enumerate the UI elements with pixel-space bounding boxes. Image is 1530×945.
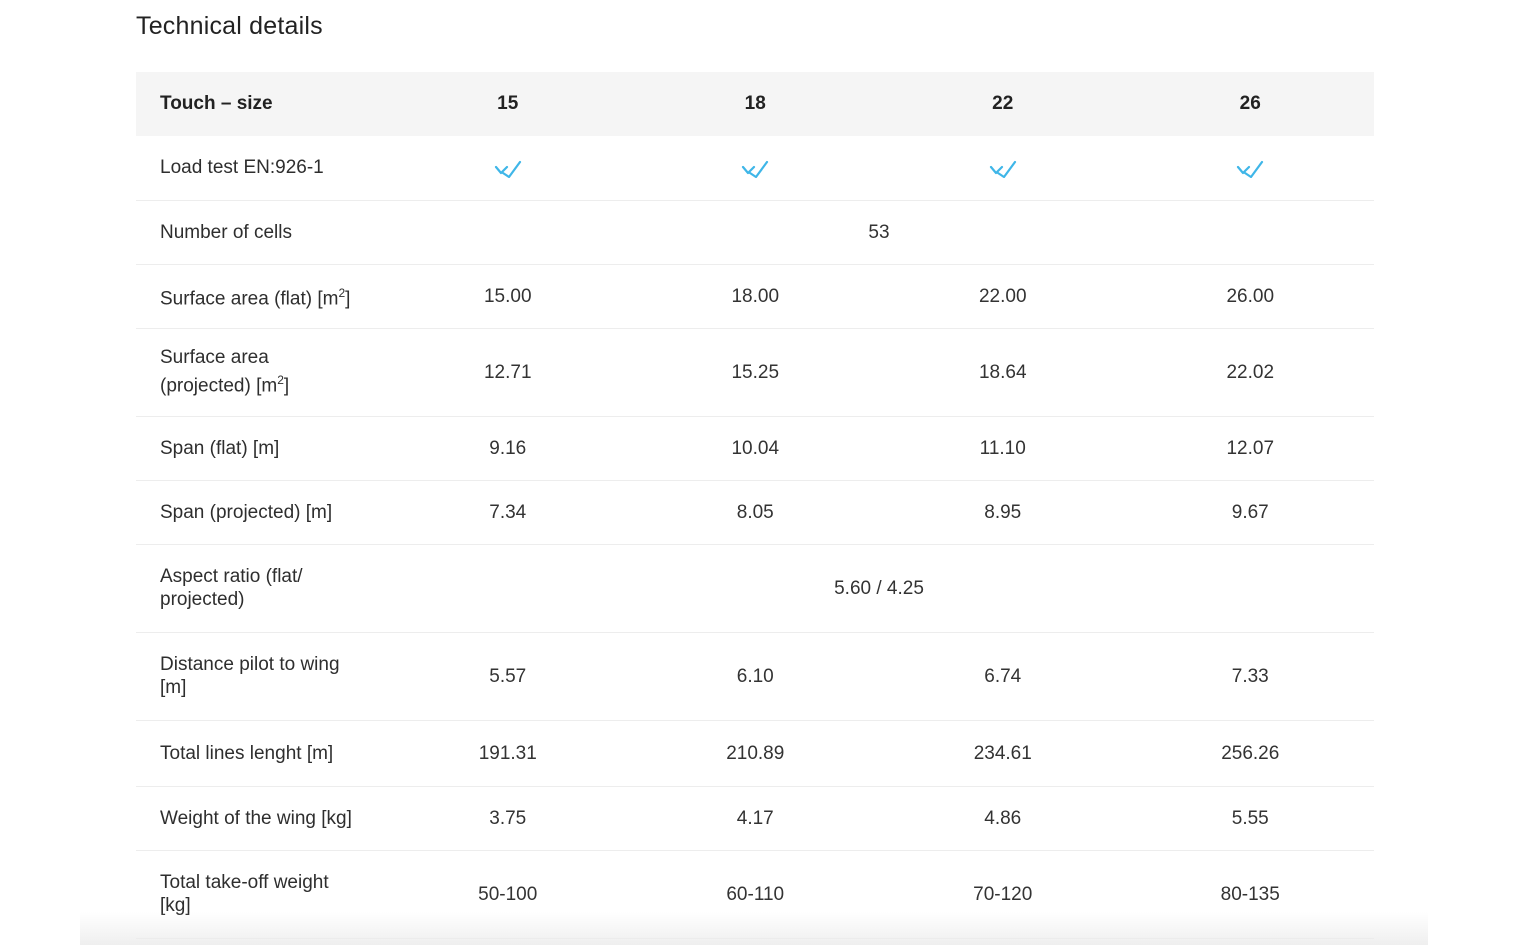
header-size: 15 xyxy=(497,93,519,114)
table-row-total-lines-length: Total lines lenght [m] 191.31 210.89 234… xyxy=(136,720,1374,786)
table-row-aspect-ratio: Aspect ratio (flat/ projected) 5.60 / 4.… xyxy=(136,544,1374,632)
table-row-total-takeoff-weight: Total take-off weight [kg] 50-100 60-110… xyxy=(136,850,1374,938)
row-label-text-end: ] xyxy=(283,375,290,397)
technical-details-table: Touch – size 15 18 22 26 Load test EN:92… xyxy=(136,72,1374,939)
table-cell: 26.00 xyxy=(1226,285,1275,307)
row-label: Surface area (projected) [m2] xyxy=(136,328,384,416)
table-cell: 22.02 xyxy=(1226,361,1275,383)
row-label: Surface area (flat) [m2] xyxy=(136,264,384,328)
header-label: Touch – size xyxy=(160,93,273,114)
header-size: 26 xyxy=(1239,93,1261,114)
table-cell-merged: 5.60 / 4.25 xyxy=(834,577,924,599)
table-cell: 22.00 xyxy=(978,285,1027,307)
table-row-distance-pilot-to-wing: Distance pilot to wing [m] 5.57 6.10 6.7… xyxy=(136,632,1374,720)
table-cell: 12.07 xyxy=(1226,437,1275,459)
table-cell: 60-110 xyxy=(726,883,785,905)
table-row-weight-of-wing: Weight of the wing [kg] 3.75 4.17 4.86 5… xyxy=(136,786,1374,850)
check-icon xyxy=(494,161,521,179)
table-cell: 10.04 xyxy=(731,437,780,459)
row-label-text: Surface area (flat) [m xyxy=(160,288,339,310)
table-cell: 70-120 xyxy=(973,883,1033,905)
table-cell: 6.10 xyxy=(736,665,774,687)
table-cell: 50-100 xyxy=(478,883,538,905)
table-cell: 5.55 xyxy=(1231,807,1269,829)
superscript: 2 xyxy=(277,373,284,388)
row-label: Weight of the wing [kg] xyxy=(160,807,352,829)
table-cell xyxy=(1127,136,1375,200)
row-label-text-end: ] xyxy=(345,288,351,310)
header-size: 18 xyxy=(744,93,766,114)
table-header-row: Touch – size 15 18 22 26 xyxy=(136,72,1374,136)
table-cell: 4.86 xyxy=(984,807,1022,829)
table-cell: 7.34 xyxy=(489,501,527,523)
table-cell: 234.61 xyxy=(973,742,1032,764)
row-label: Total take-off weight [kg] xyxy=(160,872,329,916)
table-cell: 15.00 xyxy=(483,285,532,307)
table-row-number-of-cells: Number of cells 53 xyxy=(136,200,1374,264)
table-cell: 11.10 xyxy=(979,437,1026,459)
check-icon xyxy=(742,161,769,179)
table-cell: 4.17 xyxy=(736,807,774,829)
row-label: Number of cells xyxy=(160,221,292,243)
row-label-line1: Surface area xyxy=(160,347,269,369)
table-cell: 18.00 xyxy=(731,285,780,307)
table-cell: 8.05 xyxy=(736,501,774,523)
table-cell xyxy=(879,136,1127,200)
row-label: Distance pilot to wing [m] xyxy=(160,654,340,698)
table-cell: 9.67 xyxy=(1231,501,1269,523)
table-cell: 5.57 xyxy=(489,665,527,687)
table-row-load-test: Load test EN:926-1 xyxy=(136,136,1374,200)
page: Technical details Touch – size 15 18 22 … xyxy=(0,0,1530,945)
table-row-surface-area-projected: Surface area (projected) [m2] 12.71 15.25… xyxy=(136,328,1374,416)
table-cell: 191.31 xyxy=(478,742,537,764)
table-cell: 9.16 xyxy=(489,437,527,459)
table-cell: 15.25 xyxy=(731,361,780,383)
header-size: 22 xyxy=(992,93,1014,114)
row-label: Span (flat) [m] xyxy=(160,437,280,459)
check-icon xyxy=(989,161,1016,179)
table-cell: 18.64 xyxy=(978,361,1027,383)
table-cell xyxy=(384,136,632,200)
check-icon xyxy=(1237,161,1264,179)
table-cell: 6.74 xyxy=(984,665,1022,687)
table-cell: 12.71 xyxy=(483,361,532,383)
table-cell: 210.89 xyxy=(726,742,785,764)
row-label: Load test EN:926-1 xyxy=(160,157,324,179)
row-label-text: (projected) [m xyxy=(160,375,278,397)
table-cell-merged: 53 xyxy=(868,221,890,243)
table-row-span-flat: Span (flat) [m] 9.16 10.04 11.10 12.07 xyxy=(136,416,1374,480)
section-heading: Technical details xyxy=(136,12,323,40)
table-row-span-projected: Span (projected) [m] 7.34 8.05 8.95 9.67 xyxy=(136,480,1374,544)
table-cell: 3.75 xyxy=(489,807,527,829)
table-cell: 8.95 xyxy=(984,501,1022,523)
table-row-surface-area-flat: Surface area (flat) [m2] 15.00 18.00 22.… xyxy=(136,264,1374,328)
table-cell xyxy=(632,136,880,200)
row-label: Span (projected) [m] xyxy=(160,501,333,523)
row-label: Aspect ratio (flat/ projected) xyxy=(160,566,303,610)
table-cell: 80-135 xyxy=(1220,883,1280,905)
table-cell: 7.33 xyxy=(1231,665,1269,687)
table-cell: 256.26 xyxy=(1221,742,1280,764)
row-label: Total lines lenght [m] xyxy=(160,742,334,764)
